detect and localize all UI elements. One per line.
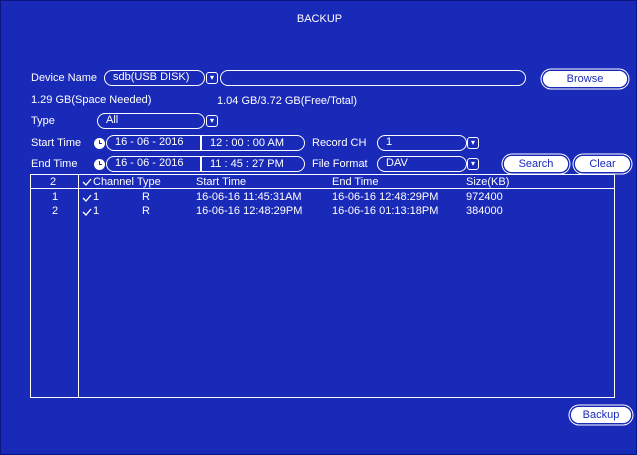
row-type: R <box>142 205 150 217</box>
results-table <box>30 174 615 398</box>
file-format-value: DAV <box>386 157 408 169</box>
select-all-checkbox[interactable] <box>82 177 92 187</box>
record-ch-value: 1 <box>386 136 393 148</box>
start-time-value: 12 : 00 : 00 AM <box>210 137 284 149</box>
row-size: 384000 <box>466 205 503 217</box>
column-header-size[interactable]: Size(KB) <box>466 176 509 189</box>
backup-button[interactable]: Backup <box>571 407 631 423</box>
file-format-dropdown-icon[interactable]: ▾ <box>467 158 479 170</box>
start-date-value: 16 - 06 - 2016 <box>115 136 184 148</box>
row-checkbox[interactable] <box>82 193 92 203</box>
end-time-value: 11 : 45 : 27 PM <box>210 158 284 170</box>
table-column-divider <box>78 174 79 398</box>
row-channel: 1 <box>93 205 100 217</box>
clock-icon <box>94 159 105 170</box>
device-name-select[interactable]: sdb(USB DISK) <box>104 70 205 86</box>
space-needed-text: 1.29 GB(Space Needed) <box>31 94 152 106</box>
row-index: 2 <box>52 205 59 217</box>
device-name-label: Device Name <box>31 72 98 84</box>
row-checkbox[interactable] <box>82 207 92 217</box>
start-time-divider <box>200 136 202 151</box>
device-path-input[interactable] <box>220 70 526 86</box>
file-format-select[interactable]: DAV <box>377 156 467 172</box>
record-ch-label: Record CH <box>312 137 367 149</box>
end-time-divider <box>200 157 202 172</box>
free-total-text: 1.04 GB/3.72 GB(Free/Total) <box>217 95 358 107</box>
row-channel: 1 <box>93 191 100 203</box>
row-end-time: 16-06-16 12:48:29PM <box>332 191 439 203</box>
result-count: 2 <box>50 176 57 188</box>
backup-dialog: BACKUP Device Name sdb(USB DISK) ▾ Brows… <box>0 0 637 455</box>
row-start-time: 16-06-16 12:48:29PM <box>196 205 303 217</box>
start-time-label: Start Time <box>31 137 82 149</box>
row-end-time: 16-06-16 01:13:18PM <box>332 205 439 217</box>
file-format-label: File Format <box>312 158 368 170</box>
clear-button[interactable]: Clear <box>575 156 630 172</box>
type-label: Type <box>31 115 55 127</box>
clock-icon <box>94 138 105 149</box>
dialog-title: BACKUP <box>296 13 343 25</box>
row-size: 972400 <box>466 191 503 203</box>
row-type: R <box>142 191 150 203</box>
row-start-time: 16-06-16 11:45:31AM <box>196 191 302 203</box>
column-header-end-time[interactable]: End Time <box>332 176 378 189</box>
column-header-start-time[interactable]: Start Time <box>196 176 246 189</box>
type-dropdown-icon[interactable]: ▾ <box>206 115 218 127</box>
end-time-label: End Time <box>31 158 78 170</box>
device-name-dropdown-icon[interactable]: ▾ <box>206 72 218 84</box>
search-button[interactable]: Search <box>504 156 568 172</box>
device-name-value: sdb(USB DISK) <box>113 71 190 83</box>
type-select[interactable]: All <box>97 113 205 129</box>
record-ch-select[interactable]: 1 <box>377 135 467 151</box>
type-value: All <box>106 114 119 126</box>
column-header-channel-type[interactable]: Channel Type <box>93 176 161 189</box>
record-ch-dropdown-icon[interactable]: ▾ <box>467 137 479 149</box>
browse-button[interactable]: Browse <box>543 71 627 87</box>
row-index: 1 <box>52 191 59 203</box>
end-date-value: 16 - 06 - 2016 <box>115 157 184 169</box>
